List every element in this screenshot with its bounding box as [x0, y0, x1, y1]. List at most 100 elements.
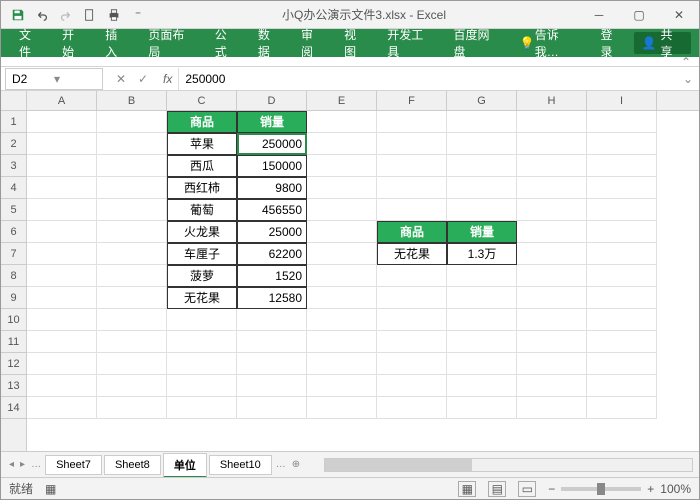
cell[interactable]: 销量	[447, 221, 517, 243]
sheet-tab[interactable]: Sheet8	[104, 455, 161, 475]
cell[interactable]: 无花果	[167, 287, 237, 309]
cell[interactable]	[307, 287, 377, 309]
cell[interactable]	[97, 199, 167, 221]
cell[interactable]	[97, 265, 167, 287]
cell[interactable]	[377, 331, 447, 353]
cell[interactable]	[307, 177, 377, 199]
cell[interactable]	[307, 133, 377, 155]
row-header[interactable]: 8	[1, 265, 26, 287]
cell[interactable]	[237, 397, 307, 419]
cell[interactable]	[517, 309, 587, 331]
sheet-nav-first[interactable]: ◂	[7, 459, 16, 470]
row-header[interactable]: 12	[1, 353, 26, 375]
cell[interactable]	[307, 265, 377, 287]
cell[interactable]	[377, 111, 447, 133]
cell[interactable]: 车厘子	[167, 243, 237, 265]
cell[interactable]	[447, 331, 517, 353]
cancel-formula-icon[interactable]: ✕	[111, 72, 131, 86]
cell[interactable]	[377, 397, 447, 419]
zoom-out-icon[interactable]: −	[548, 482, 555, 496]
cell[interactable]	[517, 331, 587, 353]
cell[interactable]	[517, 397, 587, 419]
cell[interactable]	[587, 221, 657, 243]
col-header[interactable]: F	[377, 91, 447, 110]
row-header[interactable]: 1	[1, 111, 26, 133]
cell[interactable]	[307, 309, 377, 331]
cell[interactable]	[307, 375, 377, 397]
cell[interactable]	[167, 309, 237, 331]
cell[interactable]	[167, 353, 237, 375]
cell[interactable]	[587, 397, 657, 419]
cell[interactable]	[377, 287, 447, 309]
zoom-slider[interactable]	[561, 487, 641, 491]
cell[interactable]	[447, 177, 517, 199]
row-header[interactable]: 10	[1, 309, 26, 331]
tab-insert[interactable]: 插入	[95, 29, 138, 57]
tab-dev[interactable]: 开发工具	[377, 29, 443, 57]
cell[interactable]	[517, 177, 587, 199]
cell[interactable]: 12580	[237, 287, 307, 309]
cell[interactable]	[97, 397, 167, 419]
tab-baidu[interactable]: 百度网盘	[444, 29, 510, 57]
cell[interactable]	[97, 353, 167, 375]
cell[interactable]	[587, 375, 657, 397]
minimize-button[interactable]: ─	[579, 1, 619, 29]
tab-view[interactable]: 视图	[334, 29, 377, 57]
cell[interactable]	[447, 111, 517, 133]
cell[interactable]	[587, 331, 657, 353]
cell[interactable]	[587, 287, 657, 309]
cell[interactable]: 62200	[237, 243, 307, 265]
sheet-tab[interactable]: Sheet10	[209, 455, 272, 475]
cell[interactable]	[517, 375, 587, 397]
col-header[interactable]: H	[517, 91, 587, 110]
redo-icon[interactable]	[55, 4, 77, 26]
cell[interactable]	[97, 221, 167, 243]
col-header[interactable]: G	[447, 91, 517, 110]
cell[interactable]	[447, 353, 517, 375]
cell[interactable]: 火龙果	[167, 221, 237, 243]
cell[interactable]	[27, 331, 97, 353]
new-icon[interactable]	[79, 4, 101, 26]
cell[interactable]	[167, 375, 237, 397]
tell-me[interactable]: 💡 告诉我…	[510, 29, 591, 57]
fx-icon[interactable]: fx	[157, 72, 178, 86]
cell[interactable]: 商品	[377, 221, 447, 243]
cell[interactable]	[307, 243, 377, 265]
cell[interactable]	[97, 287, 167, 309]
cell[interactable]	[27, 353, 97, 375]
undo-icon[interactable]	[31, 4, 53, 26]
cell[interactable]	[377, 353, 447, 375]
cell[interactable]	[517, 221, 587, 243]
cell[interactable]	[447, 309, 517, 331]
select-all-corner[interactable]	[1, 91, 27, 111]
cell[interactable]	[307, 353, 377, 375]
row-header[interactable]: 13	[1, 375, 26, 397]
col-header[interactable]: C	[167, 91, 237, 110]
accept-formula-icon[interactable]: ✓	[133, 72, 153, 86]
cell[interactable]	[587, 265, 657, 287]
cell[interactable]	[517, 265, 587, 287]
cell[interactable]	[167, 397, 237, 419]
cell[interactable]	[307, 397, 377, 419]
cell[interactable]: 西瓜	[167, 155, 237, 177]
row-header[interactable]: 9	[1, 287, 26, 309]
cell[interactable]	[447, 133, 517, 155]
cell[interactable]	[517, 243, 587, 265]
cell[interactable]	[27, 375, 97, 397]
print-icon[interactable]	[103, 4, 125, 26]
cell[interactable]: 苹果	[167, 133, 237, 155]
row-header[interactable]: 3	[1, 155, 26, 177]
cell[interactable]	[377, 199, 447, 221]
cell[interactable]	[587, 243, 657, 265]
cell[interactable]	[377, 309, 447, 331]
cell[interactable]: 250000	[237, 133, 307, 155]
col-header[interactable]: D	[237, 91, 307, 110]
cell[interactable]	[97, 309, 167, 331]
cell[interactable]	[447, 155, 517, 177]
cell[interactable]	[237, 309, 307, 331]
cell[interactable]	[27, 133, 97, 155]
maximize-button[interactable]: ▢	[619, 1, 659, 29]
cell[interactable]	[307, 221, 377, 243]
cell[interactable]	[517, 199, 587, 221]
cell[interactable]	[447, 397, 517, 419]
